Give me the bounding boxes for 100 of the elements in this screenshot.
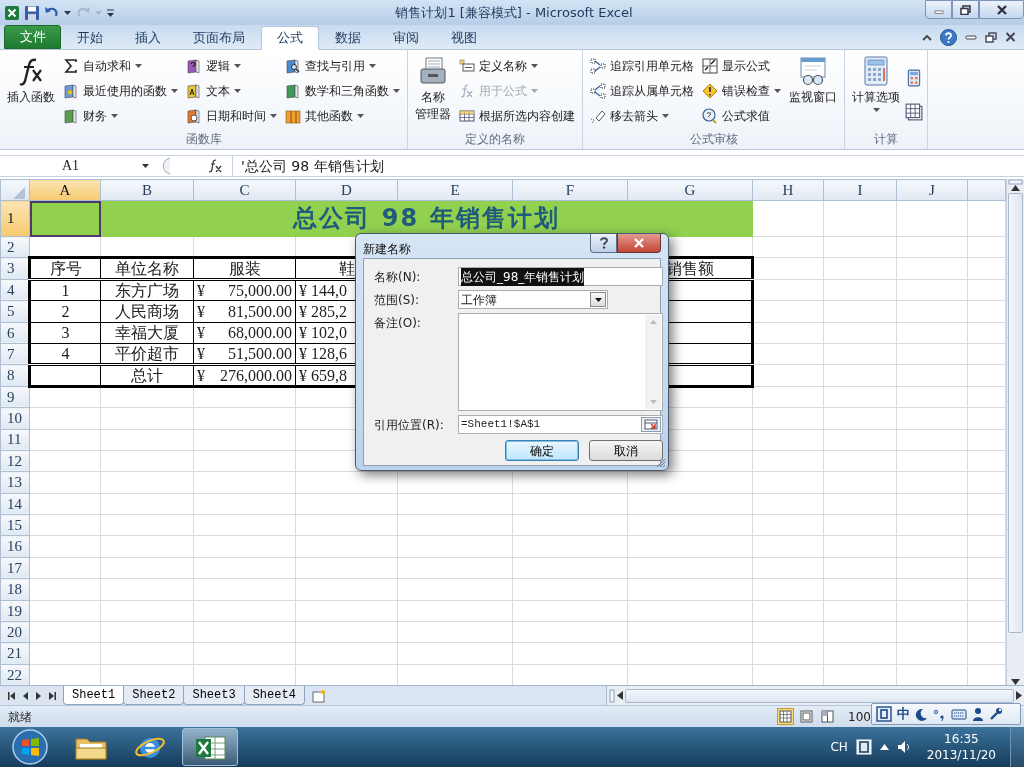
input-field[interactable]: 总公司_98_年销售计划 bbox=[458, 267, 663, 286]
function-icon[interactable] bbox=[208, 159, 224, 173]
table-cell[interactable]: 幸福大厦 bbox=[100, 322, 194, 344]
row-header[interactable]: 20 bbox=[0, 621, 30, 643]
next-sheet-icon[interactable] bbox=[36, 691, 41, 700]
table-cell[interactable]: 2 bbox=[29, 300, 101, 323]
column-header[interactable]: D bbox=[295, 179, 398, 201]
column-header[interactable]: C bbox=[193, 179, 296, 201]
resize-grip-icon[interactable] bbox=[656, 458, 666, 468]
first-sheet-icon[interactable] bbox=[8, 691, 15, 700]
input-mode[interactable]: 中 bbox=[897, 704, 910, 724]
file-tab[interactable]: 文件 bbox=[4, 25, 61, 49]
row-header[interactable]: 1 bbox=[0, 200, 30, 237]
ribbon-button[interactable]: 查找与引用 bbox=[282, 53, 403, 78]
ribbon-button[interactable]: 数学和三角函数 bbox=[282, 78, 403, 103]
column-header[interactable]: J bbox=[896, 179, 968, 201]
show-desktop-button[interactable] bbox=[1010, 727, 1024, 767]
taskbar-button[interactable] bbox=[182, 728, 238, 766]
tray-expand-icon[interactable] bbox=[879, 744, 889, 750]
formula-field[interactable]: '总公司 98 年销售计划 bbox=[232, 156, 1024, 176]
table-cell[interactable]: 服装 bbox=[193, 257, 296, 280]
ribbon-button[interactable]: 追踪从属单元格 bbox=[587, 78, 697, 103]
table-cell[interactable]: 总计 bbox=[100, 364, 194, 387]
sheet-tab[interactable]: Sheet4 bbox=[243, 686, 305, 705]
table-cell[interactable]: 1 bbox=[29, 279, 101, 301]
ribbon-button[interactable]: 移去箭头 bbox=[587, 103, 697, 128]
ribbon-button[interactable]: 名称 管理器 bbox=[412, 53, 454, 129]
dropdown-field[interactable]: 工作簿 bbox=[458, 290, 608, 309]
row-header[interactable]: 15 bbox=[0, 514, 30, 536]
ime-logo-icon[interactable] bbox=[876, 706, 892, 722]
last-sheet-icon[interactable] bbox=[49, 691, 56, 700]
ribbon-button[interactable]: 显示公式 bbox=[699, 53, 784, 78]
column-header[interactable]: E bbox=[397, 179, 513, 201]
row-header[interactable]: 2 bbox=[0, 236, 30, 258]
ribbon-button[interactable]: 其他函数 bbox=[282, 103, 403, 128]
previous-sheet-icon[interactable] bbox=[23, 691, 28, 700]
table-cell[interactable]: ¥ 81,500.00 bbox=[193, 300, 296, 323]
scrollbar-thumb[interactable] bbox=[1008, 193, 1023, 633]
save-icon[interactable] bbox=[24, 4, 40, 21]
language-indicator[interactable]: CH bbox=[830, 738, 848, 756]
sheet-title[interactable]: 总公司 98 年销售计划 bbox=[100, 200, 753, 237]
row-header[interactable]: 18 bbox=[0, 578, 30, 601]
row-header[interactable]: 16 bbox=[0, 535, 30, 558]
ribbon-tab[interactable]: 页面布局 bbox=[177, 26, 261, 50]
ribbon-button[interactable]: 日期和时间 bbox=[183, 103, 280, 128]
ribbon-button[interactable]: 计算选项 bbox=[849, 53, 903, 129]
calculator-icon[interactable] bbox=[905, 69, 923, 87]
row-header[interactable]: 21 bbox=[0, 642, 30, 665]
table-cell[interactable]: 3 bbox=[29, 322, 101, 344]
reference-field[interactable]: =Sheet1!$A$1 bbox=[458, 415, 663, 434]
row-header[interactable]: 22 bbox=[0, 664, 30, 686]
row-header[interactable]: 19 bbox=[0, 600, 30, 622]
moon-icon[interactable] bbox=[915, 707, 928, 721]
scroll-left-icon[interactable] bbox=[617, 691, 623, 700]
range-select-button[interactable] bbox=[641, 417, 661, 432]
view-button[interactable] bbox=[798, 708, 816, 725]
ribbon-button[interactable]: 逻辑 bbox=[183, 53, 280, 78]
ribbon-button[interactable]: 定义名称 bbox=[456, 53, 578, 78]
column-header[interactable]: I bbox=[823, 179, 897, 201]
view-button[interactable] bbox=[777, 708, 795, 725]
scrollbar-thumb[interactable] bbox=[625, 688, 1014, 703]
ribbon-button[interactable]: 监视窗口 bbox=[786, 53, 840, 129]
table-cell[interactable]: 4 bbox=[29, 343, 101, 365]
row-header[interactable]: 17 bbox=[0, 557, 30, 579]
minimize-icon[interactable] bbox=[965, 33, 977, 41]
close-button[interactable] bbox=[979, 0, 1024, 19]
zoom-level[interactable]: 100 bbox=[848, 707, 871, 726]
help-icon[interactable] bbox=[940, 28, 957, 46]
row-header[interactable]: 12 bbox=[0, 450, 30, 472]
table-cell[interactable]: 东方广场 bbox=[100, 279, 194, 301]
sheet-tab[interactable]: Sheet3 bbox=[183, 686, 245, 705]
ribbon-button[interactable]: 最近使用的函数 bbox=[60, 78, 181, 103]
speaker-icon[interactable] bbox=[896, 740, 911, 754]
column-header[interactable]: G bbox=[627, 179, 753, 201]
ribbon-tab[interactable]: 公式 bbox=[261, 26, 319, 50]
column-header[interactable]: F bbox=[512, 179, 628, 201]
table-cell[interactable]: ¥ 276,000.00 bbox=[193, 364, 296, 387]
help-button[interactable] bbox=[590, 234, 617, 253]
clock-time[interactable]: 16:35 bbox=[944, 731, 979, 747]
row-header[interactable]: 10 bbox=[0, 407, 30, 429]
ribbon-button[interactable]: 追踪引用单元格 bbox=[587, 53, 697, 78]
ribbon-tab[interactable]: 开始 bbox=[61, 26, 119, 50]
customize-icon[interactable] bbox=[106, 7, 115, 18]
person-icon[interactable] bbox=[972, 707, 984, 721]
ribbon-button[interactable]: 错误检查 bbox=[699, 78, 784, 103]
name-box[interactable]: A1 bbox=[0, 156, 150, 176]
column-header[interactable]: A bbox=[29, 179, 101, 201]
table-icon[interactable] bbox=[905, 103, 923, 121]
table-cell[interactable]: ¥ 75,000.00 bbox=[193, 279, 296, 301]
row-header[interactable]: 14 bbox=[0, 493, 30, 515]
table-cell[interactable]: 序号 bbox=[29, 257, 101, 280]
clock-date[interactable]: 2013/11/20 bbox=[926, 747, 996, 763]
ribbon-button[interactable]: 财务 bbox=[60, 103, 181, 128]
collapse-ribbon-icon[interactable] bbox=[922, 33, 932, 41]
row-header[interactable]: 13 bbox=[0, 471, 30, 494]
ribbon-button[interactable]: 文本 bbox=[183, 78, 280, 103]
view-button[interactable] bbox=[819, 708, 837, 725]
ribbon-tab[interactable]: 插入 bbox=[119, 26, 177, 50]
punctuation-icon[interactable] bbox=[933, 707, 946, 721]
spreadsheet-icon[interactable] bbox=[4, 4, 20, 21]
